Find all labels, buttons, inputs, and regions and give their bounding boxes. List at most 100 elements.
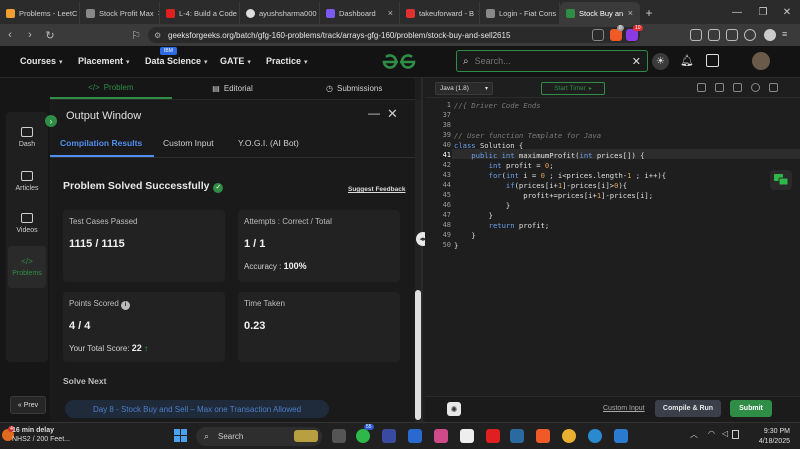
extensions-icon[interactable] (690, 29, 702, 41)
battery-icon[interactable] (732, 430, 739, 439)
sidebar-item-articles[interactable]: Articles (8, 160, 46, 202)
notion-icon[interactable] (460, 429, 474, 443)
next-problem-button[interactable]: Day 8 - Stock Buy and Sell – Max one Tra… (65, 400, 329, 418)
line-number: 1 (446, 101, 451, 109)
taskbar-search[interactable]: ⌕ Search (196, 427, 322, 446)
tab-editorial[interactable]: ▤ Editorial (172, 78, 294, 99)
share-icon[interactable] (592, 29, 604, 41)
browser-tab-2[interactable]: Stock Profit Max× (80, 2, 160, 24)
nav-label: Courses (20, 56, 57, 66)
sidebar-item-problems[interactable]: </> Problems (8, 246, 46, 288)
tab-label: L-4: Build a Code (179, 8, 237, 18)
clock[interactable]: 9:30 PM 4/18/2025 (740, 427, 790, 447)
prev-label: Prev (23, 401, 39, 409)
fullscreen-icon[interactable] (769, 83, 778, 92)
chevron-up-icon[interactable]: ︿ (690, 429, 698, 440)
browser-tab-6[interactable]: takeuforward - B× (400, 2, 480, 24)
sidebar-icon[interactable] (708, 29, 720, 41)
app-icon[interactable] (510, 429, 524, 443)
nav-courses[interactable]: Courses ▾ (20, 56, 63, 66)
line-number: 46 (442, 201, 451, 209)
edge-icon[interactable] (588, 429, 602, 443)
start-timer-button[interactable]: Start Timer ▸ (541, 82, 605, 95)
netflix-icon[interactable] (486, 429, 500, 443)
chrome-icon[interactable] (562, 429, 576, 443)
expand-chevron-icon[interactable]: › (45, 115, 57, 127)
info-icon[interactable]: i (121, 301, 131, 310)
url-field[interactable]: ⚙ geeksforgeeks.org/batch/gfg-160-proble… (148, 27, 640, 43)
wifi-icon[interactable]: ◠ (708, 429, 715, 438)
gfg-logo[interactable] (380, 52, 418, 77)
translate-icon[interactable] (706, 54, 719, 67)
nav-placement[interactable]: Placement ▾ (78, 56, 130, 66)
volume-icon[interactable]: ◁ (722, 429, 728, 438)
clear-search-icon[interactable]: ✕ (632, 55, 641, 68)
suggest-feedback-link[interactable]: Suggest Feedback (348, 186, 405, 193)
theme-toggle-icon[interactable]: ☀ (652, 53, 669, 70)
avatar[interactable] (752, 52, 770, 70)
profile-icon[interactable] (764, 29, 776, 41)
url-text: geeksforgeeks.org/batch/gfg-160-problems… (168, 30, 511, 40)
lightbulb-icon[interactable]: ✺ (447, 402, 461, 416)
browser-tab-7[interactable]: Login - Fiat Cons× (480, 2, 560, 24)
windows-start-icon[interactable] (174, 429, 187, 442)
nav-data-science[interactable]: Data Science ▾ (145, 56, 208, 66)
search-input[interactable] (474, 56, 615, 66)
reload-icon[interactable]: ↻ (40, 25, 60, 45)
minimize-icon[interactable]: — (368, 106, 380, 120)
chat-icon[interactable] (770, 170, 792, 190)
browser-tab-1[interactable]: Problems - LeetC× (0, 2, 80, 24)
app-icon[interactable] (434, 429, 448, 443)
forward-icon[interactable]: › (20, 25, 40, 45)
sidebar-item-videos[interactable]: Videos (8, 202, 46, 244)
browser-tab-4[interactable]: ayushsharma000× (240, 2, 320, 24)
back-icon[interactable]: ‹ (0, 25, 20, 45)
points-card: Points Scored i 4 / 4 Your Total Score: … (63, 292, 225, 362)
compile-run-button[interactable]: Compile & Run (655, 400, 721, 417)
menu-icon[interactable]: ≡ (782, 29, 794, 41)
copy-icon[interactable] (697, 83, 706, 92)
bookmark-icon[interactable]: ⚐ (126, 25, 146, 45)
custom-input-link[interactable]: Custom Input (603, 405, 645, 412)
brave-icon[interactable] (536, 429, 550, 443)
app-icon[interactable] (408, 429, 422, 443)
settings-icon[interactable] (751, 83, 760, 92)
close-icon[interactable]: ✕ (387, 106, 398, 122)
tab-compilation-results[interactable]: Compilation Results (60, 138, 142, 148)
site-info-icon[interactable]: ⚙ (154, 31, 161, 40)
panel-divider[interactable] (421, 78, 423, 422)
news-widget[interactable]: 16 min delay NHS2 / 200 Feet... (12, 426, 70, 444)
browser-tab-3[interactable]: L-4: Build a Code× (160, 2, 240, 24)
restore-icon[interactable]: ❐ (750, 0, 776, 24)
task-view-icon[interactable] (332, 429, 346, 443)
sidebar-item-dash[interactable]: Dash (8, 116, 46, 158)
close-icon[interactable]: × (388, 8, 393, 18)
whatsapp-icon[interactable]: 55 (356, 424, 374, 443)
reset-icon[interactable] (733, 83, 742, 92)
new-tab-button[interactable]: + (640, 2, 658, 24)
submit-button[interactable]: Submit (730, 400, 772, 417)
brave-badge: 8 (617, 25, 624, 31)
minimize-icon[interactable]: — (724, 0, 750, 24)
tab-submissions[interactable]: ◷ Submissions (293, 78, 415, 99)
nav-practice[interactable]: Practice ▾ (266, 56, 308, 66)
app-icon[interactable] (382, 429, 396, 443)
site-search[interactable]: ⌕ ✕ (456, 50, 648, 72)
nav-gate[interactable]: GATE ▾ (220, 56, 251, 66)
browser-tab-8[interactable]: Stock Buy an × (560, 2, 640, 24)
tab-yogi-ai-bot[interactable]: Y.O.G.I. (AI Bot) (238, 138, 299, 148)
brave-shield-icon[interactable]: 8 (610, 25, 624, 41)
paste-icon[interactable] (715, 83, 724, 92)
tab-custom-input[interactable]: Custom Input (163, 138, 214, 148)
vscode-icon[interactable] (614, 429, 628, 443)
close-icon[interactable]: × (628, 8, 633, 18)
vpn-icon[interactable] (744, 29, 756, 41)
browser-tab-5[interactable]: Dashboard × (320, 2, 400, 24)
wallet-icon[interactable] (726, 29, 738, 41)
bell-icon[interactable]: 🔔︎ (680, 54, 694, 67)
window-close-icon[interactable]: ✕ (774, 0, 800, 24)
rewards-icon[interactable]: 10 (626, 25, 643, 41)
prev-button[interactable]: « Prev (10, 396, 46, 414)
language-select[interactable]: Java (1.8) ▾ (435, 82, 493, 95)
tab-problem[interactable]: </> Problem (50, 78, 172, 99)
